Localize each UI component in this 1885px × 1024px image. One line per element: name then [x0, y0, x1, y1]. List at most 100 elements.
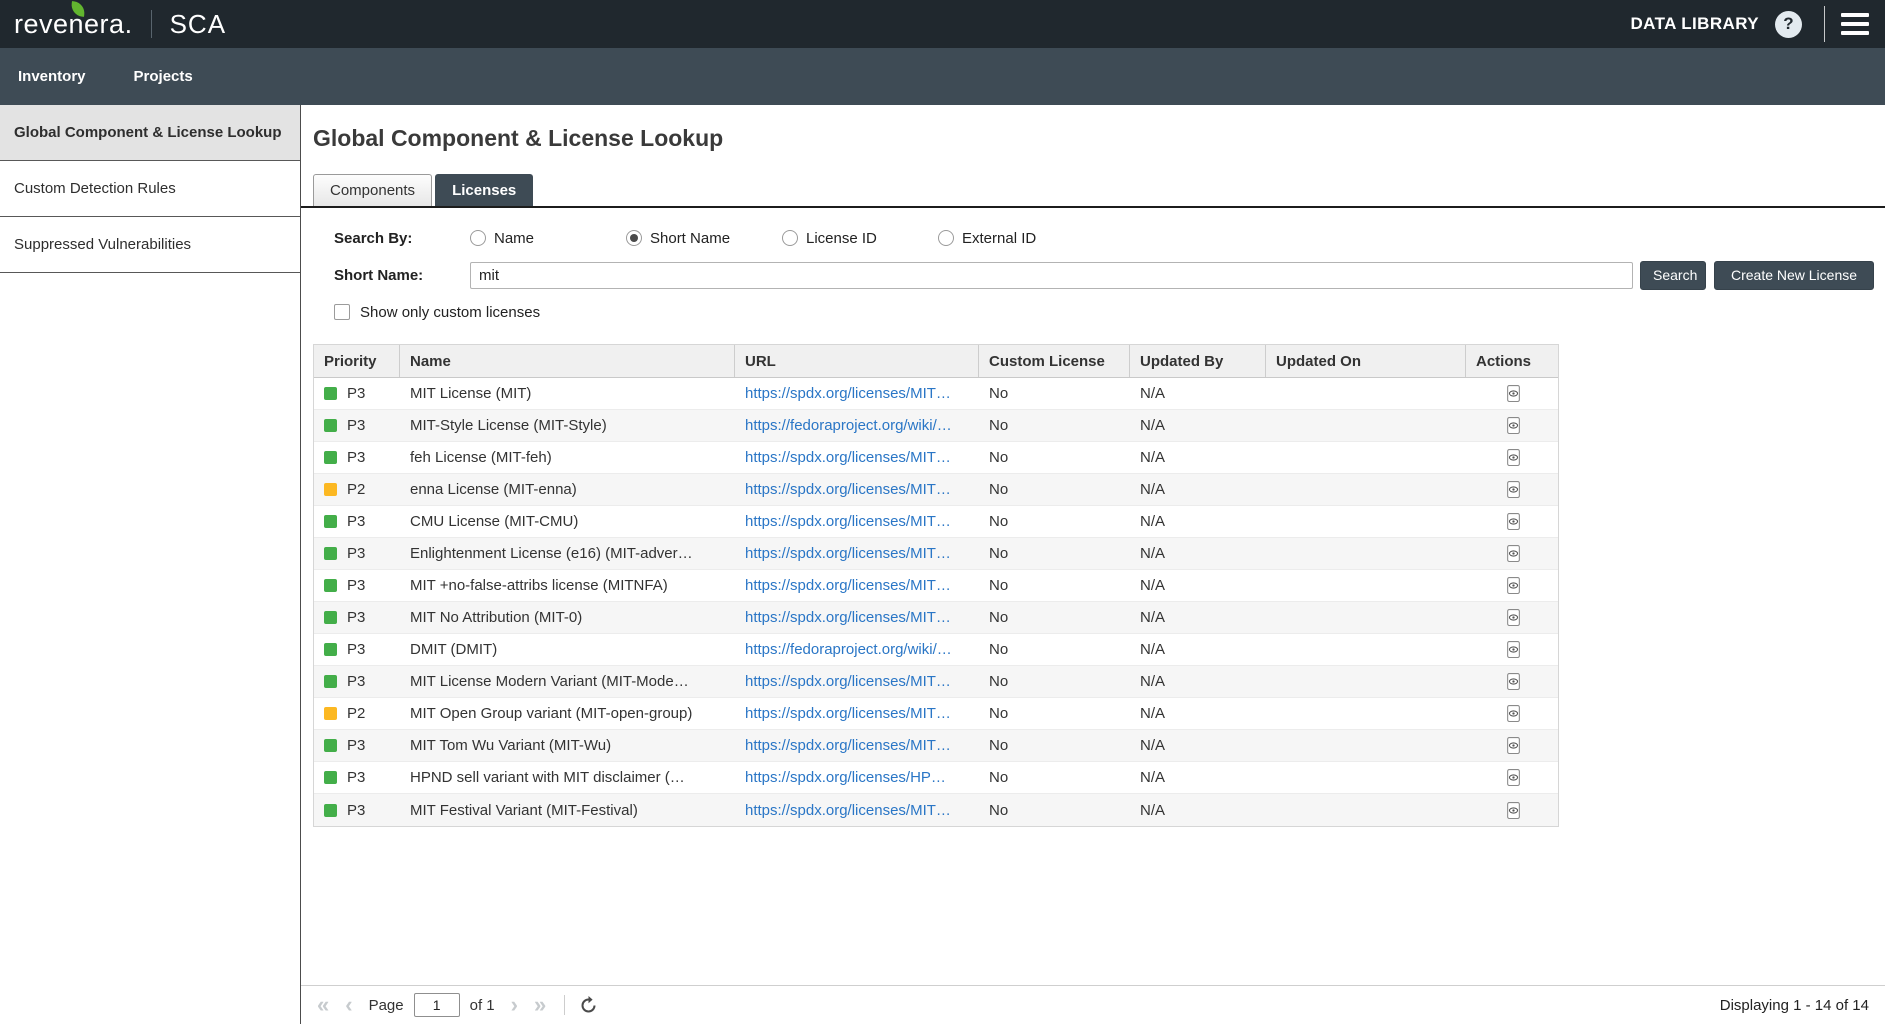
- search-by-option[interactable]: External ID: [938, 230, 1094, 247]
- table-row[interactable]: P3 MIT No Attribution (MIT-0) https://sp…: [314, 602, 1558, 634]
- updated-on-value: [1266, 570, 1466, 601]
- table-row[interactable]: P3 MIT Tom Wu Variant (MIT-Wu) https://s…: [314, 730, 1558, 762]
- view-license-icon[interactable]: [1505, 769, 1522, 786]
- view-license-icon[interactable]: [1505, 481, 1522, 498]
- view-license-icon[interactable]: [1505, 641, 1522, 658]
- data-library-link[interactable]: DATA LIBRARY: [1630, 14, 1759, 34]
- table-row[interactable]: P3 MIT +no-false-attribs license (MITNFA…: [314, 570, 1558, 602]
- priority-label: P3: [347, 545, 365, 562]
- radio-icon[interactable]: [470, 230, 486, 246]
- priority-indicator: [324, 419, 337, 432]
- updated-on-value: [1266, 506, 1466, 537]
- next-page-icon[interactable]: ›: [511, 994, 518, 1016]
- licenses-table: PriorityNameURLCustom LicenseUpdated ByU…: [313, 344, 1559, 827]
- search-by-option[interactable]: Name: [470, 230, 626, 247]
- license-name: MIT License (MIT): [400, 378, 735, 409]
- column-header[interactable]: Custom License: [979, 345, 1130, 377]
- license-name: MIT License Modern Variant (MIT-Mode…: [400, 666, 735, 697]
- tab-licenses[interactable]: Licenses: [435, 174, 533, 206]
- radio-icon[interactable]: [626, 230, 642, 246]
- search-by-option[interactable]: Short Name: [626, 230, 782, 247]
- nav-item-projects[interactable]: Projects: [134, 68, 193, 85]
- license-url-link[interactable]: https://spdx.org/licenses/MIT…: [745, 802, 951, 819]
- updated-on-value: [1266, 378, 1466, 409]
- short-name-input[interactable]: [470, 262, 1633, 289]
- table-row[interactable]: P3 DMIT (DMIT) https://fedoraproject.org…: [314, 634, 1558, 666]
- license-url-link[interactable]: https://spdx.org/licenses/MIT…: [745, 673, 951, 690]
- column-header[interactable]: Updated By: [1130, 345, 1266, 377]
- license-name: HPND sell variant with MIT disclaimer (…: [400, 762, 735, 793]
- priority-label: P3: [347, 513, 365, 530]
- radio-icon[interactable]: [782, 230, 798, 246]
- updated-on-value: [1266, 698, 1466, 729]
- column-header[interactable]: Priority: [314, 345, 400, 377]
- view-license-icon[interactable]: [1505, 513, 1522, 530]
- table-row[interactable]: P2 MIT Open Group variant (MIT-open-grou…: [314, 698, 1558, 730]
- updated-by-value: N/A: [1130, 378, 1266, 409]
- column-header[interactable]: Actions: [1466, 345, 1560, 377]
- custom-licenses-checkbox[interactable]: [334, 304, 350, 320]
- search-by-option[interactable]: License ID: [782, 230, 938, 247]
- sidebar-item[interactable]: Global Component & License Lookup: [0, 105, 300, 161]
- menu-icon[interactable]: [1839, 9, 1871, 39]
- license-url-link[interactable]: https://spdx.org/licenses/MIT…: [745, 385, 951, 402]
- radio-icon[interactable]: [938, 230, 954, 246]
- view-license-icon[interactable]: [1505, 577, 1522, 594]
- priority-label: P3: [347, 449, 365, 466]
- column-header[interactable]: Name: [400, 345, 735, 377]
- priority-indicator: [324, 579, 337, 592]
- license-url-link[interactable]: https://spdx.org/licenses/MIT…: [745, 577, 951, 594]
- updated-on-value: [1266, 474, 1466, 505]
- brand-divider: [151, 10, 152, 38]
- license-url-link[interactable]: https://spdx.org/licenses/MIT…: [745, 481, 951, 498]
- table-row[interactable]: P2 enna License (MIT-enna) https://spdx.…: [314, 474, 1558, 506]
- page-number-input[interactable]: [414, 993, 460, 1017]
- updated-by-value: N/A: [1130, 698, 1266, 729]
- license-url-link[interactable]: https://spdx.org/licenses/MIT…: [745, 609, 951, 626]
- column-header[interactable]: URL: [735, 345, 979, 377]
- table-row[interactable]: P3 HPND sell variant with MIT disclaimer…: [314, 762, 1558, 794]
- table-row[interactable]: P3 CMU License (MIT-CMU) https://spdx.or…: [314, 506, 1558, 538]
- updated-on-value: [1266, 666, 1466, 697]
- table-row[interactable]: P3 MIT License (MIT) https://spdx.org/li…: [314, 378, 1558, 410]
- previous-page-icon[interactable]: ‹: [345, 994, 352, 1016]
- sidebar-item[interactable]: Custom Detection Rules: [0, 161, 300, 217]
- custom-license-value: No: [979, 506, 1130, 537]
- view-license-icon[interactable]: [1505, 417, 1522, 434]
- updated-by-value: N/A: [1130, 538, 1266, 569]
- custom-licenses-checkbox-label: Show only custom licenses: [360, 304, 540, 321]
- view-license-icon[interactable]: [1505, 802, 1522, 819]
- refresh-icon[interactable]: [579, 996, 598, 1015]
- create-new-license-button[interactable]: Create New License: [1714, 261, 1874, 290]
- table-row[interactable]: P3 MIT-Style License (MIT-Style) https:/…: [314, 410, 1558, 442]
- view-license-icon[interactable]: [1505, 545, 1522, 562]
- license-url-link[interactable]: https://spdx.org/licenses/MIT…: [745, 513, 951, 530]
- view-license-icon[interactable]: [1505, 673, 1522, 690]
- view-license-icon[interactable]: [1505, 705, 1522, 722]
- table-row[interactable]: P3 MIT Festival Variant (MIT-Festival) h…: [314, 794, 1558, 826]
- priority-label: P3: [347, 769, 365, 786]
- table-row[interactable]: P3 MIT License Modern Variant (MIT-Mode……: [314, 666, 1558, 698]
- sidebar-item[interactable]: Suppressed Vulnerabilities: [0, 217, 300, 273]
- priority-indicator: [324, 483, 337, 496]
- license-url-link[interactable]: https://fedoraproject.org/wiki/…: [745, 417, 952, 434]
- table-row[interactable]: P3 feh License (MIT-feh) https://spdx.or…: [314, 442, 1558, 474]
- help-icon[interactable]: ?: [1775, 11, 1802, 38]
- nav-item-inventory[interactable]: Inventory: [18, 68, 86, 85]
- license-url-link[interactable]: https://fedoraproject.org/wiki/…: [745, 641, 952, 658]
- license-url-link[interactable]: https://spdx.org/licenses/MIT…: [745, 449, 951, 466]
- license-url-link[interactable]: https://spdx.org/licenses/HP…: [745, 769, 946, 786]
- license-url-link[interactable]: https://spdx.org/licenses/MIT…: [745, 705, 951, 722]
- view-license-icon[interactable]: [1505, 449, 1522, 466]
- column-header[interactable]: Updated On: [1266, 345, 1466, 377]
- search-button[interactable]: Search: [1640, 261, 1706, 290]
- tab-components[interactable]: Components: [313, 174, 432, 206]
- view-license-icon[interactable]: [1505, 385, 1522, 402]
- license-url-link[interactable]: https://spdx.org/licenses/MIT…: [745, 737, 951, 754]
- view-license-icon[interactable]: [1505, 737, 1522, 754]
- view-license-icon[interactable]: [1505, 609, 1522, 626]
- last-page-icon[interactable]: »: [534, 994, 546, 1016]
- first-page-icon[interactable]: «: [317, 994, 329, 1016]
- table-row[interactable]: P3 Enlightenment License (e16) (MIT-adve…: [314, 538, 1558, 570]
- license-url-link[interactable]: https://spdx.org/licenses/MIT…: [745, 545, 951, 562]
